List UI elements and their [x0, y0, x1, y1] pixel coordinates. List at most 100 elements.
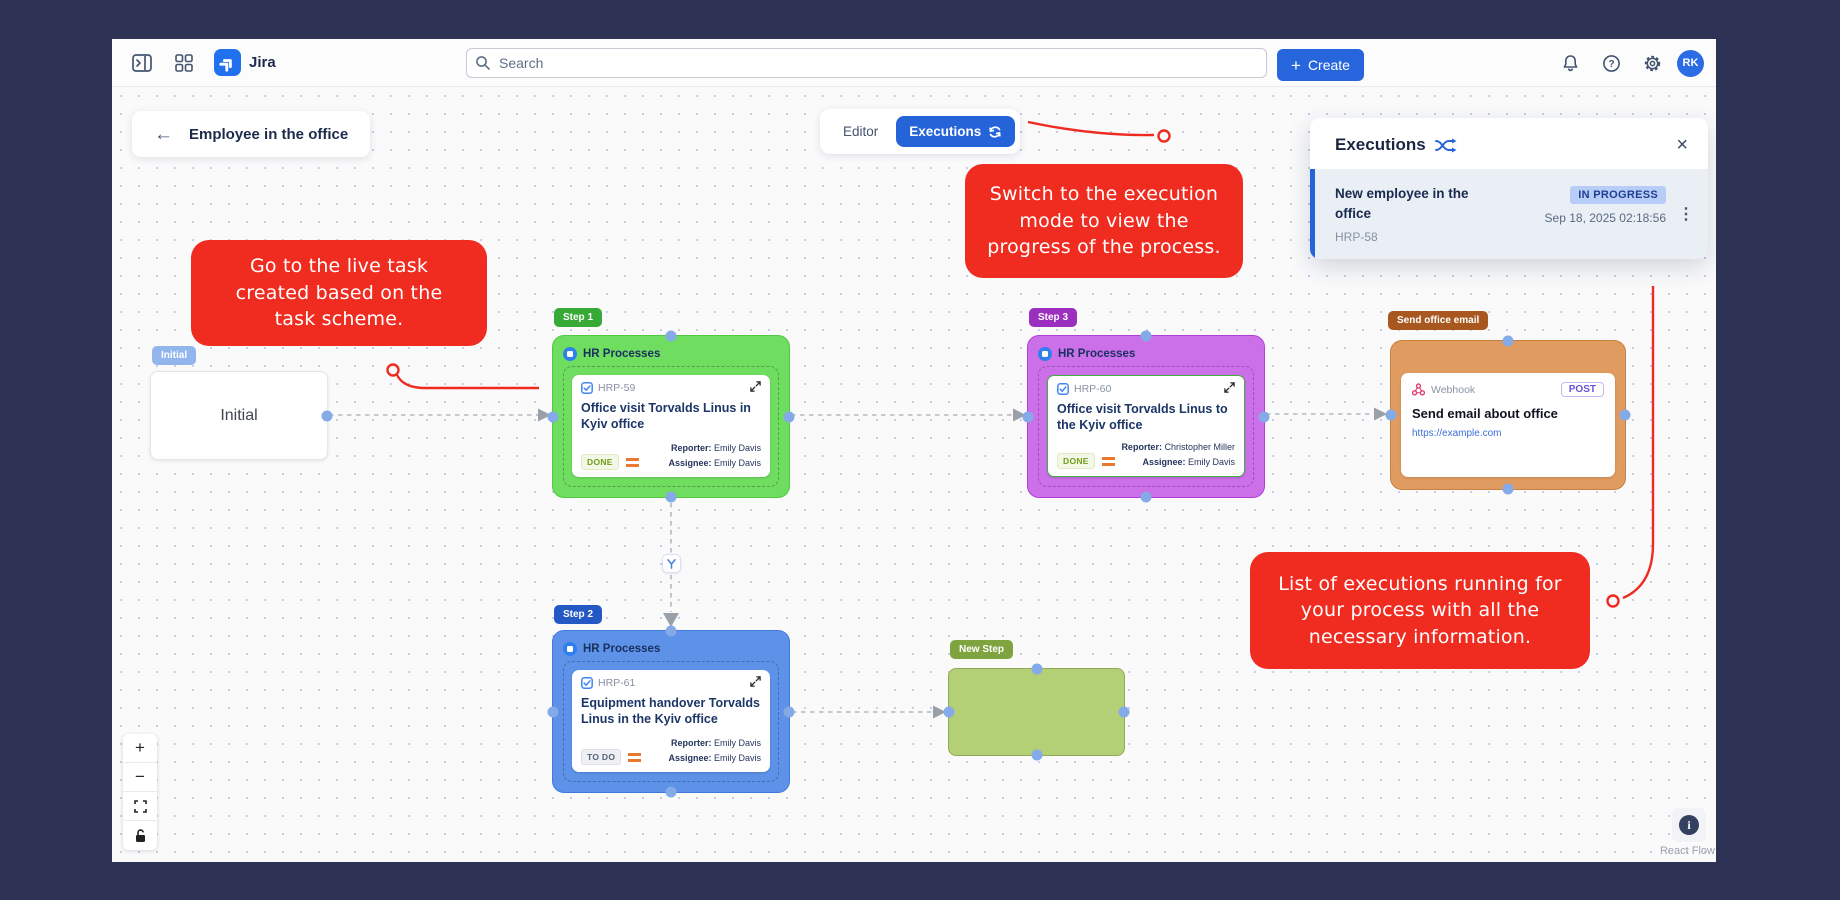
notifications-button[interactable]	[1554, 47, 1586, 79]
initial-node-title: Initial	[220, 406, 258, 424]
tab-executions-label: Executions	[909, 124, 982, 139]
connection-handle[interactable]	[783, 706, 795, 717]
lock-button[interactable]	[123, 821, 157, 850]
expand-icon[interactable]	[750, 676, 761, 690]
app-grid-icon	[175, 53, 193, 72]
webhook-node-badge: Send office email	[1388, 311, 1489, 330]
back-button[interactable]: ← Employee in the office	[132, 111, 371, 157]
branch-y-icon	[667, 559, 676, 569]
task-assignee: Emily Davis	[1187, 456, 1235, 467]
flow-info-button[interactable]: i	[1672, 808, 1706, 842]
connection-handle[interactable]	[547, 411, 559, 422]
connection-handle[interactable]	[665, 330, 677, 342]
connection-handle[interactable]	[1140, 491, 1152, 503]
top-navbar: Jira + Create	[112, 39, 1716, 87]
priority-medium-icon	[628, 752, 642, 762]
callout-executions-list: List of executions running for your proc…	[1250, 552, 1590, 669]
connection-handle[interactable]	[547, 706, 559, 717]
connection-handle[interactable]	[665, 625, 677, 637]
task-checkbox-icon	[581, 677, 593, 689]
connection-handle[interactable]	[321, 410, 333, 421]
callout-execution-mode: Switch to the execution mode to view the…	[965, 164, 1243, 278]
connection-handle[interactable]	[1619, 409, 1631, 421]
create-button[interactable]: + Create	[1277, 49, 1364, 81]
execution-status-block: IN PROGRESS Sep 18, 2025 02:18:56	[1545, 184, 1666, 244]
tab-executions[interactable]: Executions	[896, 116, 1016, 147]
executions-panel: Executions × New employee in the office …	[1310, 118, 1708, 260]
callout-live-task: Go to the live task created based on the…	[191, 240, 487, 346]
expand-icon[interactable]	[750, 381, 761, 395]
status-badge: IN PROGRESS	[1570, 186, 1666, 204]
connection-handle[interactable]	[1118, 706, 1130, 718]
help-button[interactable]: ?	[1595, 47, 1627, 79]
user-avatar[interactable]: RK	[1677, 49, 1704, 77]
connection-handle[interactable]	[783, 411, 795, 422]
close-icon[interactable]: ×	[1676, 135, 1688, 155]
fit-view-button[interactable]	[123, 792, 157, 821]
step-app-header: HR Processes	[1038, 344, 1254, 363]
navbar-actions: ? RK	[1554, 39, 1704, 87]
connection-handle[interactable]	[665, 491, 677, 503]
zoom-out-icon: −	[135, 767, 145, 786]
connection-handle[interactable]	[1385, 409, 1397, 421]
task-reporter: Christopher Miller	[1164, 442, 1235, 453]
jira-home-link[interactable]: Jira	[214, 49, 276, 76]
info-icon: i	[1679, 815, 1699, 835]
create-button-label: Create	[1307, 57, 1350, 73]
connection-handle[interactable]	[1502, 483, 1514, 495]
expand-icon[interactable]	[1224, 382, 1235, 396]
connection-handle[interactable]	[1140, 330, 1152, 342]
new-step-badge: New Step	[950, 640, 1014, 659]
refresh-icon	[989, 125, 1001, 138]
branch-junction-button[interactable]	[662, 554, 681, 573]
react-flow-attribution[interactable]: React Flow	[1660, 845, 1715, 857]
task-card[interactable]: HRP-59 Office visit Torvalds Linus in Ky…	[572, 375, 770, 477]
hr-processes-icon	[563, 641, 577, 656]
app-switcher-button[interactable]	[168, 47, 200, 79]
webhook-node[interactable]: Webhook POST Send email about office htt…	[1385, 335, 1631, 495]
fit-view-icon	[133, 799, 147, 813]
hr-processes-icon	[563, 346, 577, 361]
execution-list-item[interactable]: New employee in the office HRP-58 IN PRO…	[1310, 169, 1708, 260]
step2-badge: Step 2	[554, 605, 603, 624]
step3-node[interactable]: HR Processes HRP-60 Office visit Torvald…	[1022, 330, 1270, 503]
zoom-in-button[interactable]: +	[123, 734, 157, 763]
help-icon: ?	[1602, 54, 1620, 72]
webhook-card[interactable]: Webhook POST Send email about office htt…	[1401, 373, 1615, 477]
search-input[interactable]	[466, 48, 1267, 78]
new-step-node[interactable]	[943, 663, 1130, 761]
step-task-container: HRP-60 Office visit Torvalds Linus to th…	[1038, 366, 1254, 487]
task-card[interactable]: HRP-60 Office visit Torvalds Linus to th…	[1047, 375, 1245, 477]
initial-node[interactable]: Initial	[150, 371, 333, 460]
step2-node[interactable]: HR Processes HRP-61 Equipment handover T…	[547, 625, 795, 798]
task-reporter: Emily Davis	[713, 443, 761, 454]
initial-node-badge: Initial	[152, 346, 197, 365]
zoom-out-button[interactable]: −	[123, 763, 157, 792]
webhook-icon	[1412, 383, 1425, 396]
http-method-badge: POST	[1560, 382, 1604, 397]
connection-handle[interactable]	[1022, 411, 1034, 422]
webhook-url[interactable]: https://example.com	[1412, 428, 1604, 439]
settings-button[interactable]	[1636, 47, 1668, 79]
zoom-in-icon: +	[135, 738, 145, 757]
step1-badge: Step 1	[554, 308, 603, 327]
connection-handle[interactable]	[1502, 335, 1514, 347]
kebab-menu-icon[interactable]: ⋮	[1678, 204, 1694, 224]
bell-icon	[1563, 54, 1577, 71]
step-app-name: HR Processes	[583, 347, 661, 360]
sidebar-toggle-button[interactable]	[126, 47, 158, 79]
connection-handle[interactable]	[665, 786, 677, 798]
task-card[interactable]: HRP-61 Equipment handover Torvalds Linus…	[572, 670, 770, 772]
connection-handle[interactable]	[1031, 663, 1042, 675]
task-key: HRP-61	[598, 677, 636, 689]
connection-handle[interactable]	[1258, 411, 1270, 422]
step-app-name: HR Processes	[1058, 347, 1136, 360]
connection-handle[interactable]	[1031, 749, 1042, 761]
step1-node[interactable]: HR Processes HRP-59 Office visit Torvald…	[547, 330, 795, 503]
tab-editor[interactable]: Editor	[825, 124, 896, 139]
executions-panel-title: Executions	[1335, 135, 1426, 154]
execution-key: HRP-58	[1335, 230, 1378, 245]
executions-panel-header: Executions ×	[1310, 118, 1708, 169]
task-assignee: Emily Davis	[713, 752, 761, 763]
connection-handle[interactable]	[943, 706, 955, 718]
